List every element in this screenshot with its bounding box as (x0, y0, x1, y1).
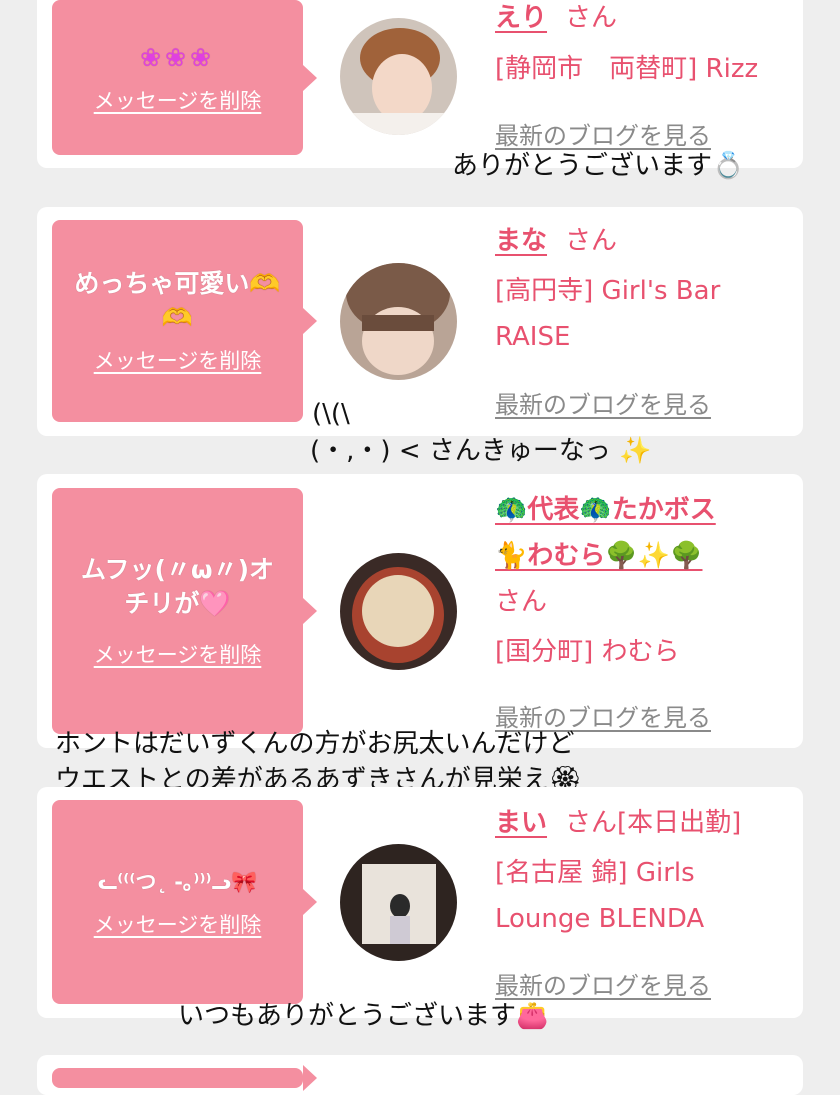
profile-info: まい さん[本日出勤] [名古屋 錦] Girls Lounge BLENDA (495, 800, 741, 942)
sticker-text: (\(\ (312, 399, 350, 429)
profile-name-link[interactable]: 🐈わむら🌳✨🌳 (495, 541, 703, 571)
message-text: チリが🩷 (124, 589, 231, 618)
sticker-text: ホントはだいずくんの方がお尻太いんだけど (55, 729, 575, 759)
shop-place: [静岡市 両替町] Rizz (495, 54, 759, 84)
sticker-text: (・,・) < さんきゅーなっ ✨ (310, 436, 652, 466)
avatar[interactable] (340, 263, 457, 380)
sticker-text: いつもありがとうございます👛 (178, 1001, 549, 1031)
latest-blog-link[interactable]: 最新のブログを見る (495, 116, 711, 151)
delete-message-link[interactable]: メッセージを削除 (94, 639, 262, 669)
honorific: さん (565, 226, 618, 256)
delete-message-link[interactable]: メッセージを削除 (94, 909, 262, 939)
shop-place: [名古屋 錦] Girls (495, 858, 695, 888)
shop-place: Lounge BLENDA (495, 904, 705, 934)
delete-message-link[interactable]: メッセージを削除 (94, 345, 262, 375)
shop-place: RAISE (495, 322, 571, 352)
shop-place: [高円寺] Girl's Bar (495, 276, 721, 306)
latest-blog-link[interactable]: 最新のブログを見る (495, 966, 711, 1001)
avatar[interactable] (340, 844, 457, 961)
delete-message-link[interactable]: メッセージを削除 (94, 85, 262, 115)
shop-place: [国分町] わむら (495, 637, 680, 667)
message-text: めっちゃ可愛い🫶 (74, 269, 281, 298)
profile-info: まな さん [高円寺] Girl's Bar RAISE (495, 218, 720, 360)
latest-blog-link[interactable]: 最新のブログを見る (495, 385, 711, 420)
profile-info: 🦚代表🦚たかボス 🐈わむら🌳✨🌳 さん [国分町] わむら (495, 487, 716, 675)
message-bubble: ᓚ⁽⁽⁽つ˛ -｡⁾⁾⁾ᓗ🎀 メッセージを削除 (52, 800, 317, 1004)
avatar[interactable] (340, 553, 457, 670)
profile-name-link[interactable]: まい (495, 808, 547, 838)
profile-info: えり さん [静岡市 両替町] Rizz (495, 0, 758, 92)
message-text: ❀❀❀ (140, 42, 215, 72)
avatar[interactable] (340, 18, 457, 135)
message-bubble: ムフッ(〃ω〃)オ チリが🩷 メッセージを削除 (52, 488, 317, 734)
profile-name-link[interactable]: 🦚代表🦚たかボス (495, 495, 716, 525)
honorific: さん[本日出勤] (565, 808, 742, 838)
message-bubble: ❀❀❀ メッセージを削除 (52, 0, 317, 155)
message-text: ᓚ⁽⁽⁽つ˛ -｡⁾⁾⁾ᓗ🎀 (97, 870, 258, 894)
message-bubble: めっちゃ可愛い🫶 🫶 メッセージを削除 (52, 220, 317, 422)
honorific: さん (495, 587, 548, 617)
message-bubble (52, 1065, 317, 1091)
message-text: 🫶 (161, 303, 194, 332)
profile-name-link[interactable]: えり (495, 3, 547, 33)
honorific: さん (565, 3, 618, 33)
sticker-text: ありがとうございます💍 (452, 151, 745, 181)
message-text: ムフッ(〃ω〃)オ (80, 555, 275, 584)
profile-name-link[interactable]: まな (495, 226, 547, 256)
